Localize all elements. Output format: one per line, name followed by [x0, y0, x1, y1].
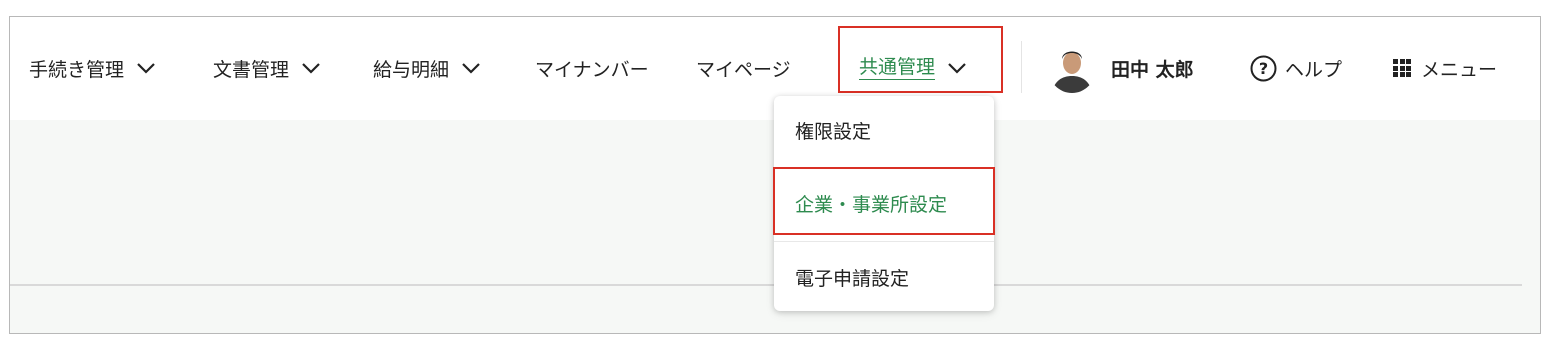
chevron-down-icon [301, 61, 321, 75]
user-name[interactable]: 田中 太郎 [1111, 53, 1194, 83]
dropdown-item-company-settings[interactable]: 企業・事業所設定 [774, 172, 994, 234]
dropdown-item-label: 企業・事業所設定 [795, 193, 948, 216]
question-circle-icon: ? [1250, 55, 1277, 82]
nav-item-label: 文書管理 [213, 58, 290, 81]
nav-item-common-management[interactable]: 共通管理 [859, 53, 967, 83]
help-label: ヘルプ [1285, 58, 1343, 81]
header-divider [1021, 41, 1022, 93]
nav-item-my-page[interactable]: マイページ [696, 53, 791, 83]
chevron-down-icon [461, 61, 481, 75]
dropdown-item-label: 権限設定 [795, 120, 872, 143]
dropdown-item-e-application[interactable]: 電子申請設定 [774, 246, 994, 308]
dropdown-separator [774, 167, 994, 168]
nav-item-documents[interactable]: 文書管理 [213, 53, 321, 83]
chevron-down-icon [136, 61, 156, 75]
nav-item-payslips[interactable]: 給与明細 [373, 53, 481, 83]
app-window: 手続き管理 文書管理 給与明細 マイナンバー マイページ 共通管理 田中 太郎 … [9, 16, 1541, 334]
dropdown-separator [774, 241, 994, 242]
content-divider [10, 284, 1522, 286]
grid-icon [1393, 59, 1411, 77]
nav-item-label: 手続き管理 [29, 58, 125, 81]
nav-item-label: 共通管理 [859, 55, 936, 80]
nav-item-my-number[interactable]: マイナンバー [535, 53, 649, 83]
dropdown-item-permissions[interactable]: 権限設定 [774, 99, 994, 161]
nav-item-label: 給与明細 [373, 58, 450, 81]
menu-label: メニュー [1421, 58, 1498, 81]
chevron-down-icon [947, 61, 967, 75]
user-avatar[interactable] [1048, 43, 1096, 93]
menu-button[interactable]: メニュー [1393, 53, 1497, 83]
help-button[interactable]: ? ヘルプ [1250, 53, 1342, 83]
nav-item-procedures[interactable]: 手続き管理 [29, 53, 156, 83]
nav-item-label: マイページ [696, 58, 791, 81]
common-management-dropdown: 権限設定 企業・事業所設定 電子申請設定 [774, 96, 994, 311]
dropdown-item-label: 電子申請設定 [795, 267, 910, 290]
nav-item-label: マイナンバー [535, 58, 649, 81]
svg-text:?: ? [1259, 59, 1268, 78]
